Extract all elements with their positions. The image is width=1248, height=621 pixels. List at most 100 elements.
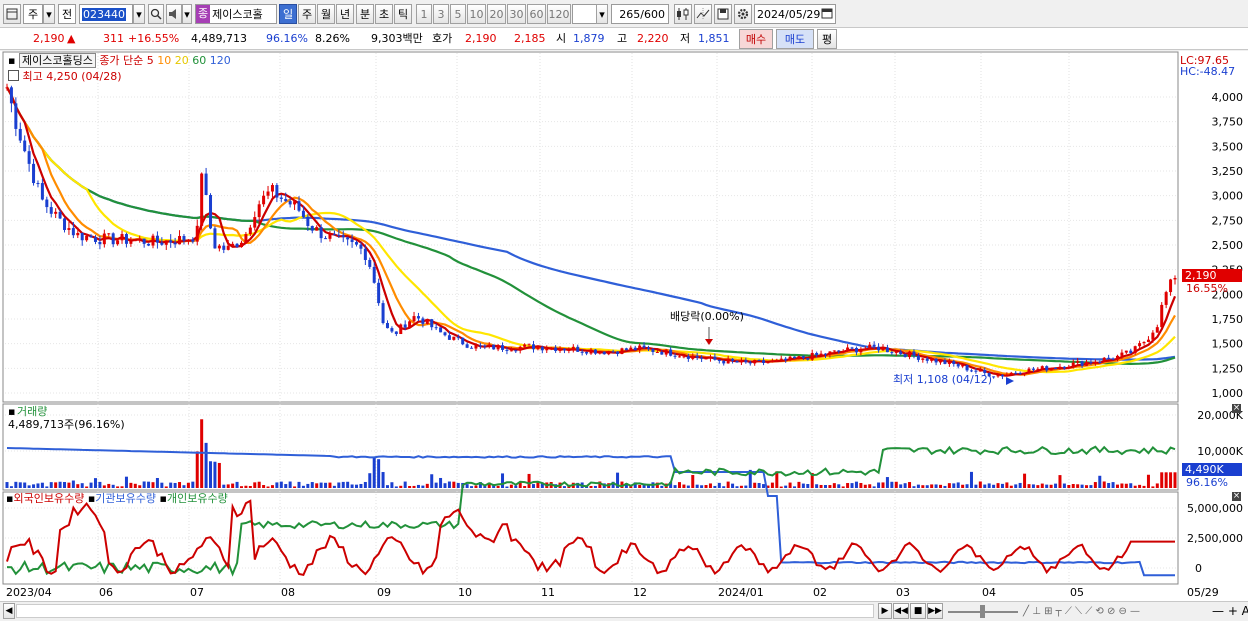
chart-area[interactable]: 4,0003,7503,5003,2503,0002,7502,5002,250… xyxy=(0,51,1248,603)
individual-holding-label[interactable]: 개인보유수량 xyxy=(167,492,228,505)
interval-10-button[interactable]: 10 xyxy=(467,4,486,24)
chevron-down-icon[interactable]: ▾ xyxy=(43,4,55,24)
x-axis-label: 2023/04 xyxy=(6,586,52,599)
volume-close-icon[interactable]: × xyxy=(1232,404,1241,413)
drawing-tools-icons[interactable]: ╱ ⊥ ⊞ ┬ ⟋ ⟍ ⟋ ⟲ ⊘ ⊖ — xyxy=(1023,605,1140,619)
candle-body xyxy=(284,198,288,202)
zoom-slider-thumb[interactable] xyxy=(980,605,985,618)
period-year-button[interactable]: 년 xyxy=(336,4,354,24)
sell-button[interactable]: 매도 xyxy=(776,29,814,49)
zoom-controls-icon[interactable]: — + A xyxy=(1212,604,1248,618)
volume-bar xyxy=(1076,484,1080,488)
chart-canvas[interactable]: 4,0003,7503,5003,2503,0002,7502,5002,250… xyxy=(0,51,1248,603)
menu-icon[interactable] xyxy=(3,4,21,24)
interval-120-button[interactable]: 120 xyxy=(547,4,571,24)
interval-dropdown-icon[interactable]: ▾ xyxy=(596,4,608,24)
speaker-icon[interactable] xyxy=(166,4,182,24)
grid-icon[interactable] xyxy=(8,70,19,81)
period-month-button[interactable]: 월 xyxy=(317,4,335,24)
candle-body xyxy=(1115,355,1119,360)
volume-bar xyxy=(850,483,854,488)
ma-label: 종가 단순 xyxy=(99,54,144,67)
interval-1-button[interactable]: 1 xyxy=(416,4,432,24)
candle-body xyxy=(45,199,49,208)
interval-30-button[interactable]: 30 xyxy=(507,4,526,24)
data-count-field[interactable]: 265/600 xyxy=(611,4,669,24)
x-axis-label: 08 xyxy=(281,586,295,599)
code-dropdown-icon[interactable]: ▾ xyxy=(133,4,145,24)
volume-bar xyxy=(916,484,920,488)
calendar-icon[interactable] xyxy=(821,7,833,22)
volume-value: 4,489,713 xyxy=(191,32,247,45)
candle-body xyxy=(912,351,916,356)
period-week-label: 주 xyxy=(301,8,313,21)
period-day-button[interactable]: 일 xyxy=(279,4,297,24)
candle-icon[interactable] xyxy=(674,4,692,24)
ma120-label: 120 xyxy=(209,54,231,67)
stock-code-input[interactable]: 023440 xyxy=(79,4,133,24)
interval-1-label: 1 xyxy=(420,7,428,21)
crosshair-icon[interactable] xyxy=(694,4,712,24)
period-second-button[interactable]: 초 xyxy=(375,4,393,24)
interval-60-button[interactable]: 60 xyxy=(527,4,546,24)
interval-20-button[interactable]: 20 xyxy=(487,4,506,24)
holding-tick-label: 5,000,000 xyxy=(1187,502,1243,515)
date-input[interactable]: 2024/05/29 xyxy=(754,4,836,24)
candle-body xyxy=(726,358,730,364)
period-minute-button[interactable]: 분 xyxy=(356,4,374,24)
volume-bar xyxy=(894,481,898,488)
volume-bar xyxy=(399,485,403,488)
interval-3-button[interactable]: 3 xyxy=(433,4,449,24)
ma60-label: 60 xyxy=(192,54,207,67)
main-toolbar: 주 ▾ 전 023440 ▾ ▾ 종 제이스코홀 일 주 월 년 분 초 틱 1… xyxy=(0,0,1248,28)
volume-bar xyxy=(1018,482,1022,488)
candle-body xyxy=(602,351,606,355)
scroll-right-icon[interactable]: ▶ xyxy=(878,603,892,619)
gear-icon[interactable] xyxy=(734,4,752,24)
candle-body xyxy=(801,356,805,359)
stock-title[interactable]: 제이스코홀딩스 xyxy=(18,53,96,68)
rewind-icon[interactable]: ◀◀ xyxy=(893,603,909,619)
candle-body xyxy=(797,356,801,359)
open-value: 1,879 xyxy=(573,32,605,45)
volume-title[interactable]: 거래량 xyxy=(17,405,47,419)
period-year-label: 년 xyxy=(339,8,351,21)
institution-holding-label[interactable]: 기관보유수량 xyxy=(95,492,156,505)
market-type-select[interactable]: 주 xyxy=(23,4,43,24)
candle-body xyxy=(965,365,969,371)
buy-button[interactable]: 매수 xyxy=(739,29,773,49)
stock-name-field[interactable]: 종 제이스코홀 xyxy=(195,4,277,24)
price-tick-label: 1,250 xyxy=(1212,362,1244,375)
period-tick-button[interactable]: 틱 xyxy=(394,4,412,24)
save-icon[interactable] xyxy=(714,4,732,24)
speaker-dropdown-icon[interactable]: ▾ xyxy=(182,4,192,24)
volume-bar xyxy=(147,481,151,488)
volume-bar xyxy=(841,486,845,488)
search-icon[interactable] xyxy=(148,4,164,24)
interval-5-button[interactable]: 5 xyxy=(450,4,466,24)
foreign-holding-label[interactable]: 외국인보유수량 xyxy=(13,492,84,505)
holding-close-icon[interactable]: × xyxy=(1232,492,1241,501)
candle-body xyxy=(770,360,774,363)
fast-forward-icon[interactable]: ▶▶ xyxy=(927,603,943,619)
avg-button[interactable]: 평 xyxy=(817,29,837,49)
dividend-note: 배당락(0.00%) xyxy=(670,310,744,323)
candle-body xyxy=(253,217,257,228)
volume-bar xyxy=(262,485,266,488)
candle-body xyxy=(310,225,314,231)
candle-body xyxy=(213,228,217,249)
period-week-button[interactable]: 주 xyxy=(298,4,316,24)
candle-body xyxy=(527,344,531,346)
horizontal-scrollbar[interactable] xyxy=(16,604,874,618)
candle-body xyxy=(1146,339,1150,342)
volume-bar xyxy=(425,483,429,488)
stop-icon[interactable]: ■ xyxy=(910,603,926,619)
prev-button[interactable]: 전 xyxy=(58,4,76,24)
candle-body xyxy=(89,235,93,238)
candle-body xyxy=(67,228,71,230)
scroll-left-icon[interactable]: ◀ xyxy=(3,603,15,619)
candle-body xyxy=(713,356,717,360)
candle-body xyxy=(390,328,394,332)
candle-body xyxy=(1169,279,1173,293)
candle-body xyxy=(992,376,996,378)
